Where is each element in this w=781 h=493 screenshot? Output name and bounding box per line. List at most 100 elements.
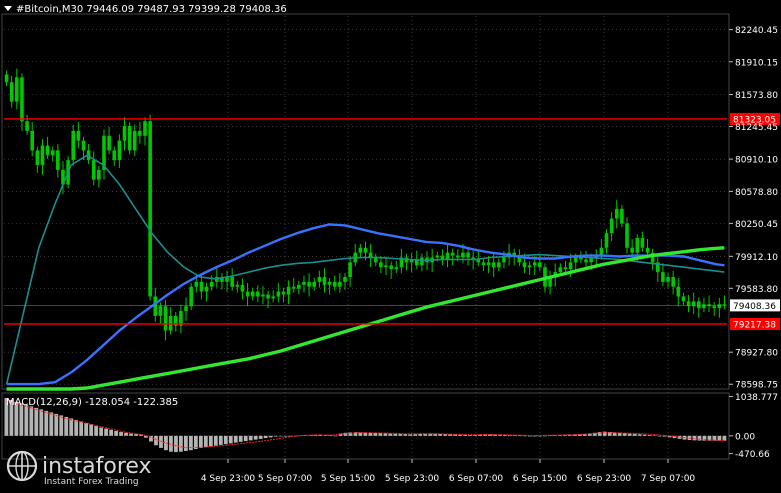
candle-body — [450, 252, 455, 256]
candle-body — [307, 281, 311, 287]
candle-body — [435, 255, 440, 258]
time-tick-label: 6 Sep 23:00 — [577, 474, 632, 484]
time-tick-label: 7 Sep 07:00 — [641, 474, 696, 484]
candle-body — [712, 306, 716, 309]
macd-bar — [233, 435, 238, 443]
price-tick-label: 80250.45 — [735, 220, 778, 230]
chart-svg[interactable]: 81323.0579217.3879408.36 82240.4581910.1… — [0, 0, 781, 489]
candle-body — [235, 284, 240, 287]
candle-body — [97, 169, 101, 180]
chart-background — [0, 0, 781, 489]
candle-body — [625, 223, 629, 248]
candle-body — [681, 296, 686, 302]
header: #Bitcoin,M30 79446.09 79487.93 79399.28 … — [4, 4, 287, 15]
candle-body — [302, 281, 306, 285]
candle-body — [132, 130, 137, 151]
macd-bar — [74, 419, 79, 436]
time-tick-label: 4 Sep 23:00 — [201, 474, 256, 484]
macd-bar — [393, 433, 398, 436]
macd-bar — [258, 435, 263, 439]
candle-body — [143, 121, 147, 136]
candle-body — [297, 284, 301, 289]
candle-body — [620, 208, 624, 224]
candle-body — [461, 252, 465, 258]
candle-body — [348, 262, 352, 277]
candle-body — [20, 77, 24, 122]
logo-brand: instaforex — [42, 454, 152, 479]
macd-bar — [34, 407, 39, 436]
macd-bar — [283, 435, 288, 437]
macd-bar — [104, 428, 109, 436]
macd-bar — [19, 403, 24, 436]
level-tag-label: 79217.38 — [733, 320, 776, 330]
candle-body — [645, 247, 650, 253]
candle-body — [240, 284, 245, 292]
candle-body — [9, 82, 14, 102]
macd-bar — [54, 413, 59, 436]
macd-bar — [174, 435, 178, 453]
macd-bar — [218, 435, 223, 445]
price-tick-label: 78598.75 — [735, 381, 778, 391]
price-tick-label: 80910.10 — [735, 156, 778, 166]
price-tick-label: 80578.80 — [735, 188, 778, 198]
candle-body — [568, 262, 573, 270]
candle-body — [271, 296, 275, 299]
candle-body — [35, 150, 40, 165]
candle-body — [697, 301, 701, 309]
candle-body — [358, 247, 363, 253]
macd-bar — [657, 435, 662, 437]
chart-title: #Bitcoin,M30 79446.09 79487.93 79399.28 … — [16, 4, 287, 15]
candle-body — [56, 150, 60, 170]
macd-bar — [333, 435, 338, 437]
macd-bar — [114, 430, 118, 436]
candle-body — [71, 130, 76, 161]
candle-body — [394, 267, 399, 270]
macd-bar — [373, 432, 378, 436]
candle-body — [112, 150, 117, 161]
candle-body — [322, 276, 327, 285]
candle-body — [122, 126, 127, 141]
candle-body — [379, 262, 383, 268]
macd-bar — [248, 435, 253, 441]
candle-body — [481, 262, 486, 266]
macd-bar — [398, 433, 403, 436]
candle-body — [420, 257, 424, 266]
candle-body — [384, 265, 388, 268]
candle-body — [209, 281, 214, 287]
macd-bar — [39, 409, 44, 436]
macd-bar — [692, 435, 697, 441]
macd-bar — [238, 435, 243, 442]
candle-body — [312, 281, 317, 287]
macd-bar — [468, 435, 473, 436]
candle-body — [199, 281, 204, 292]
macd-bar — [198, 435, 203, 448]
macd-bar — [253, 435, 258, 440]
macd-bar — [273, 435, 278, 437]
candle-body — [204, 286, 209, 292]
candle-body — [343, 276, 347, 282]
current-price-label: 79408.36 — [733, 302, 776, 312]
chart-window[interactable]: 81323.05 79217.38 79408.36 82240.45 81910.1… — [0, 0, 781, 489]
candle-body — [573, 257, 578, 263]
macd-tick-label: -470.66 — [735, 450, 770, 460]
macd-bar — [413, 434, 418, 436]
macd-bar — [69, 418, 74, 436]
candle-body — [558, 267, 563, 273]
macd-bar — [208, 435, 213, 447]
macd-bar — [378, 433, 383, 436]
macd-bar — [652, 435, 657, 437]
candle-body — [532, 262, 537, 266]
candle-body — [127, 126, 132, 151]
candle-body — [153, 296, 158, 316]
candle-body — [486, 262, 491, 266]
macd-bar — [268, 435, 273, 438]
macd-bar — [627, 433, 632, 436]
candle-body — [666, 276, 670, 282]
time-tick-label: 6 Sep 15:00 — [513, 474, 568, 484]
candle-body — [15, 77, 19, 102]
candle-body — [717, 304, 722, 309]
macd-bar — [637, 434, 642, 436]
candle-body — [522, 262, 527, 268]
macd-bar — [697, 435, 702, 441]
candle-body — [614, 208, 619, 219]
